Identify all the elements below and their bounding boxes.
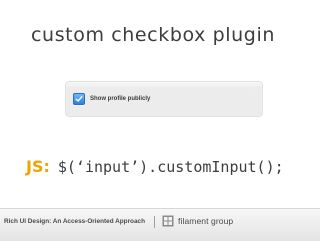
presentation-slide: custom checkbox plugin Show profile publ… (0, 0, 320, 241)
show-profile-checkbox-row[interactable]: Show profile publicly (73, 93, 150, 105)
filament-group-logo-icon (162, 215, 174, 227)
footer-brand: filament group (162, 215, 233, 227)
code-text: $(‘input’).customInput(); (57, 158, 284, 176)
code-example: JS: $(‘input’).customInput(); (26, 157, 284, 176)
checkmark-icon (75, 96, 83, 102)
checkbox-label[interactable]: Show profile publicly (90, 96, 150, 102)
footer-divider (154, 216, 155, 228)
footer-course-title: Rich UI Design: An Access-Oriented Appro… (4, 218, 145, 225)
panel-shade (66, 82, 262, 89)
slide-footer: Rich UI Design: An Access-Oriented Appro… (0, 208, 320, 241)
demo-panel: Show profile publicly (66, 82, 262, 116)
brand-name: filament group (178, 216, 234, 226)
code-language-label: JS: (26, 157, 50, 176)
show-profile-checkbox[interactable] (73, 93, 85, 105)
slide-title: custom checkbox plugin (31, 24, 275, 46)
